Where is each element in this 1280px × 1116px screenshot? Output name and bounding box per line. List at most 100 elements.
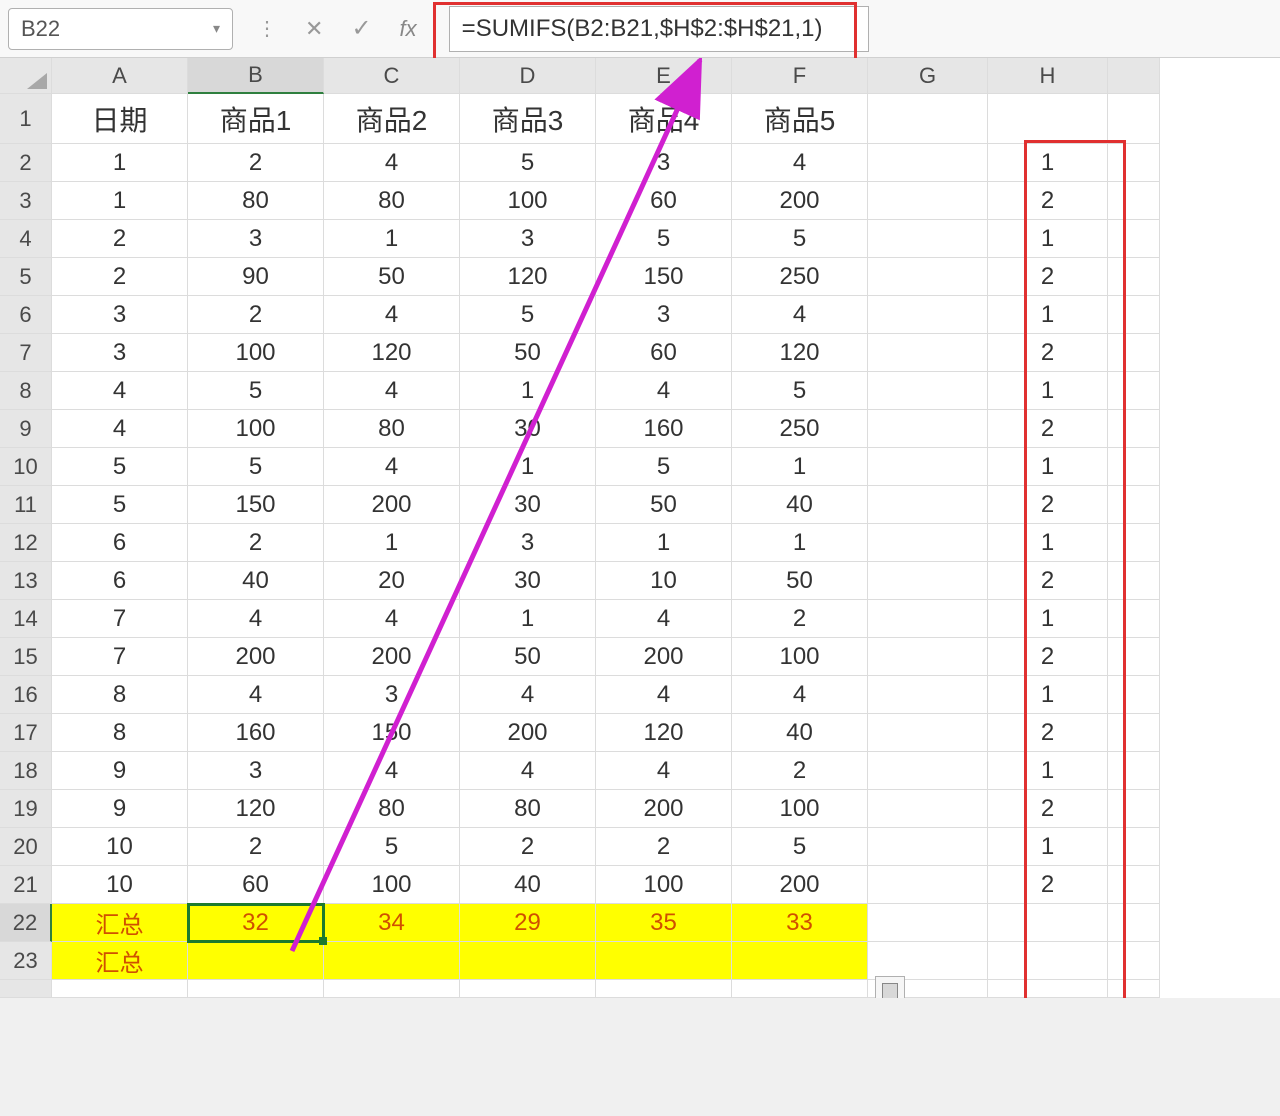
cell-G20[interactable] (868, 828, 988, 866)
cell-extra-16[interactable] (1108, 676, 1160, 714)
cell-F10[interactable]: 1 (732, 448, 868, 486)
cell-F22[interactable]: 33 (732, 904, 868, 942)
cell-E5[interactable]: 150 (596, 258, 732, 296)
cell-H12[interactable]: 1 (988, 524, 1108, 562)
grid[interactable]: ABCDEFGH1日期商品1商品2商品3商品4商品521245341318080… (0, 58, 1280, 998)
cell-G23[interactable] (868, 942, 988, 980)
cell-H14[interactable]: 1 (988, 600, 1108, 638)
cell-B4[interactable]: 3 (188, 220, 324, 258)
cell-F23[interactable] (732, 942, 868, 980)
row-header-23[interactable]: 23 (0, 942, 52, 980)
row-header-13[interactable]: 13 (0, 562, 52, 600)
cell-C18[interactable]: 4 (324, 752, 460, 790)
cell-C19[interactable]: 80 (324, 790, 460, 828)
cell-E2[interactable]: 3 (596, 144, 732, 182)
cell-B15[interactable]: 200 (188, 638, 324, 676)
cell-F24[interactable] (732, 980, 868, 998)
cell-D12[interactable]: 3 (460, 524, 596, 562)
cell-extra-5[interactable] (1108, 258, 1160, 296)
row-header-17[interactable]: 17 (0, 714, 52, 752)
cell-G16[interactable] (868, 676, 988, 714)
cell-G1[interactable] (868, 94, 988, 144)
cell-extra-3[interactable] (1108, 182, 1160, 220)
cell-extra-19[interactable] (1108, 790, 1160, 828)
cell-C8[interactable]: 4 (324, 372, 460, 410)
cell-H6[interactable]: 1 (988, 296, 1108, 334)
cell-extra-21[interactable] (1108, 866, 1160, 904)
cell-F18[interactable]: 2 (732, 752, 868, 790)
cell-E16[interactable]: 4 (596, 676, 732, 714)
cell-H17[interactable]: 2 (988, 714, 1108, 752)
cell-extra-22[interactable] (1108, 904, 1160, 942)
cell-B21[interactable]: 60 (188, 866, 324, 904)
cell-F9[interactable]: 250 (732, 410, 868, 448)
select-all-corner[interactable] (0, 58, 52, 94)
cell-E21[interactable]: 100 (596, 866, 732, 904)
cell-G7[interactable] (868, 334, 988, 372)
cell-C17[interactable]: 150 (324, 714, 460, 752)
cell-E8[interactable]: 4 (596, 372, 732, 410)
cell-D24[interactable] (460, 980, 596, 998)
cell-C6[interactable]: 4 (324, 296, 460, 334)
cell-B13[interactable]: 40 (188, 562, 324, 600)
cell-F12[interactable]: 1 (732, 524, 868, 562)
cell-G9[interactable] (868, 410, 988, 448)
row-header-14[interactable]: 14 (0, 600, 52, 638)
col-header-H[interactable]: H (988, 58, 1108, 94)
cell-D10[interactable]: 1 (460, 448, 596, 486)
cell-F4[interactable]: 5 (732, 220, 868, 258)
cell-A24[interactable] (52, 980, 188, 998)
cell-C1[interactable]: 商品2 (324, 94, 460, 144)
cancel-icon[interactable]: ✕ (305, 16, 323, 42)
cell-F16[interactable]: 4 (732, 676, 868, 714)
cell-E12[interactable]: 1 (596, 524, 732, 562)
row-header-6[interactable]: 6 (0, 296, 52, 334)
cell-C23[interactable] (324, 942, 460, 980)
cell-F19[interactable]: 100 (732, 790, 868, 828)
cell-F5[interactable]: 250 (732, 258, 868, 296)
cell-extra-18[interactable] (1108, 752, 1160, 790)
cell-extra-9[interactable] (1108, 410, 1160, 448)
cell-extra-1[interactable] (1108, 94, 1160, 144)
cell-F11[interactable]: 40 (732, 486, 868, 524)
cell-A4[interactable]: 2 (52, 220, 188, 258)
cell-H19[interactable]: 2 (988, 790, 1108, 828)
cell-C3[interactable]: 80 (324, 182, 460, 220)
cell-E7[interactable]: 60 (596, 334, 732, 372)
cell-F7[interactable]: 120 (732, 334, 868, 372)
cell-E18[interactable]: 4 (596, 752, 732, 790)
cell-H16[interactable]: 1 (988, 676, 1108, 714)
row-header-20[interactable]: 20 (0, 828, 52, 866)
cell-G4[interactable] (868, 220, 988, 258)
cell-F20[interactable]: 5 (732, 828, 868, 866)
cell-B8[interactable]: 5 (188, 372, 324, 410)
cell-D16[interactable]: 4 (460, 676, 596, 714)
row-header-5[interactable]: 5 (0, 258, 52, 296)
cell-D15[interactable]: 50 (460, 638, 596, 676)
cell-B19[interactable]: 120 (188, 790, 324, 828)
col-header-D[interactable]: D (460, 58, 596, 94)
cell-D19[interactable]: 80 (460, 790, 596, 828)
cell-F14[interactable]: 2 (732, 600, 868, 638)
cell-A10[interactable]: 5 (52, 448, 188, 486)
cell-extra-4[interactable] (1108, 220, 1160, 258)
cell-C21[interactable]: 100 (324, 866, 460, 904)
cell-E14[interactable]: 4 (596, 600, 732, 638)
cell-H7[interactable]: 2 (988, 334, 1108, 372)
cell-F8[interactable]: 5 (732, 372, 868, 410)
cell-H21[interactable]: 2 (988, 866, 1108, 904)
cell-A20[interactable]: 10 (52, 828, 188, 866)
cell-F15[interactable]: 100 (732, 638, 868, 676)
cell-F2[interactable]: 4 (732, 144, 868, 182)
row-header-1[interactable]: 1 (0, 94, 52, 144)
cell-D7[interactable]: 50 (460, 334, 596, 372)
confirm-icon[interactable]: ✓ (351, 14, 371, 43)
cell-A7[interactable]: 3 (52, 334, 188, 372)
cell-B22[interactable]: 32 (188, 904, 324, 942)
row-header-4[interactable]: 4 (0, 220, 52, 258)
cell-F17[interactable]: 40 (732, 714, 868, 752)
cell-H18[interactable]: 1 (988, 752, 1108, 790)
row-header-9[interactable]: 9 (0, 410, 52, 448)
cell-F3[interactable]: 200 (732, 182, 868, 220)
cell-E19[interactable]: 200 (596, 790, 732, 828)
